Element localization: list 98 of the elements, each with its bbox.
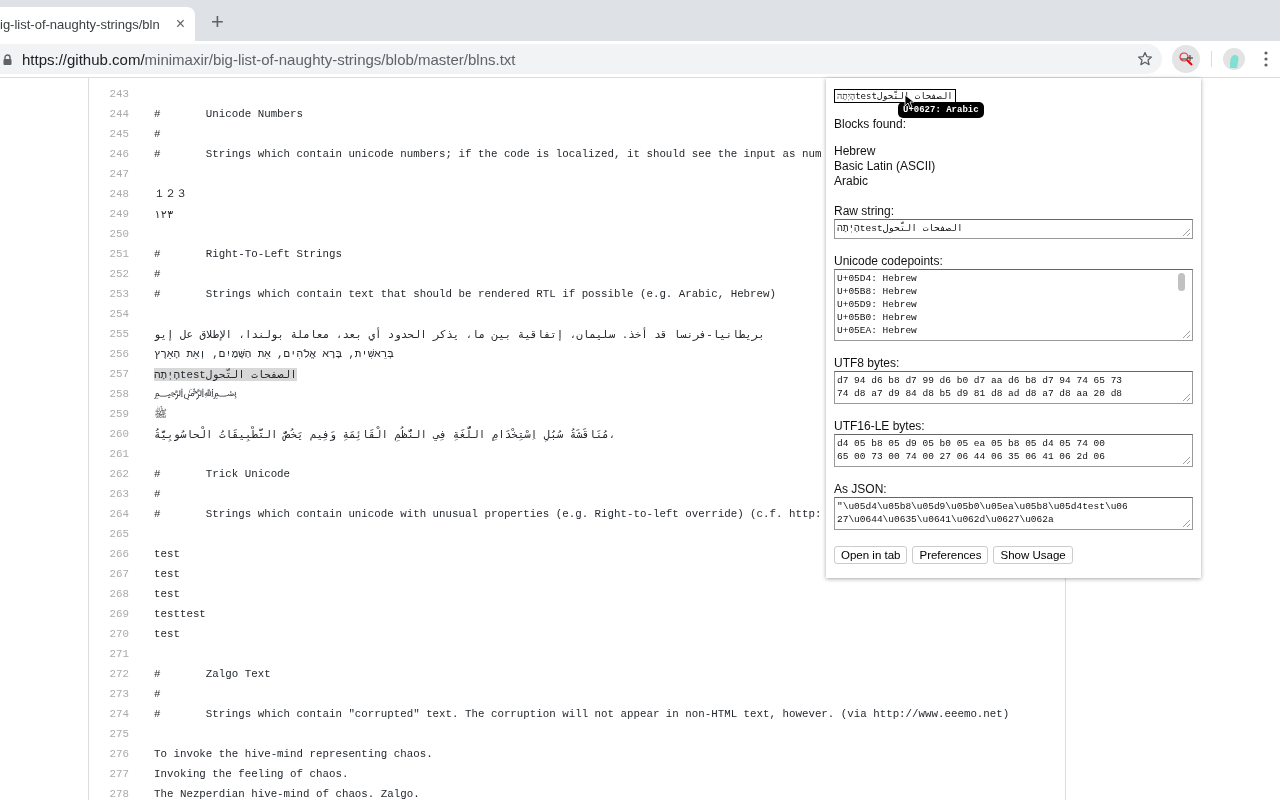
code-line: # Strings which contain unicode numbers; if the code is localized, it should see the input as num [154, 148, 822, 160]
popup-button[interactable]: Show Usage [993, 546, 1073, 564]
line-number: 255 [108, 328, 129, 340]
field-label: As JSON: [834, 482, 888, 497]
line-number: 252 [108, 268, 129, 280]
code-line: To invoke the hive-mind representing chaos. [154, 748, 433, 760]
block-name: Hebrew [834, 144, 877, 159]
line-number: 251 [108, 248, 129, 260]
line-number: 259 [108, 408, 129, 420]
line-number: 246 [108, 148, 129, 160]
url-text: https://github.com/minimaxir/big-list-of-naughty-strings/blob/master/blns.txt [22, 50, 517, 68]
code-line: The Nezperdian hive-mind of chaos. Zalgo. [154, 788, 420, 800]
code-line: test [154, 588, 180, 600]
line-number: 265 [108, 528, 129, 540]
code-line: # [154, 268, 161, 280]
code-line: בְּרֵאשִׁית, בָּרָא אֱלֹהִים, אֵת הַשָּׁמַיִם, וְאֵת הָאָרֶץ [154, 348, 394, 360]
code-line: ﷺ [154, 406, 167, 422]
code-line: # Strings which contain text that should be rendered RTL if possible (e.g. Arabic, Hebrew) [154, 288, 776, 300]
line-number: 274 [108, 708, 129, 720]
line-number: 277 [108, 768, 129, 780]
text-area[interactable]: "\u05d4\u05b8\u05d9\u05b0\u05ea\u05b8\u05d4test\u06 27\u0644\u0635\u0641\u062d\u0627\u062a [834, 497, 1193, 530]
line-number: 266 [108, 548, 129, 560]
code-line: # Zalgo Text [154, 668, 271, 680]
line-number: 247 [108, 168, 129, 180]
line-number: 270 [108, 628, 129, 640]
line-number: 249 [108, 208, 129, 220]
resize-grip-icon[interactable] [1182, 393, 1190, 401]
code-line: مُنَاقَشَةُ سُبُلِ اِسْتِخْدَامِ اللُّغَةِ فِي النُّظُمِ الْقَائِمَةِ وَفِيم يَخُصُّ التَّطْبِيقَاتُ الْحاسُوبِيَّةُ، [154, 427, 616, 441]
code-line: test [154, 568, 180, 580]
code-line: test [154, 628, 180, 640]
new-tab-button[interactable]: + [211, 9, 224, 35]
code-line: # Unicode Numbers [154, 108, 304, 120]
line-number: 278 [108, 788, 129, 800]
popup-button[interactable]: Open in tab [834, 546, 908, 564]
code-line: ﷽ [154, 386, 237, 402]
block-name: Basic Latin (ASCII) [834, 159, 937, 174]
extension-icon[interactable] [1172, 45, 1200, 73]
line-number: 275 [108, 728, 129, 740]
line-number: 276 [108, 748, 129, 760]
resize-grip-icon[interactable] [1182, 330, 1190, 338]
line-number: 244 [108, 108, 129, 120]
line-number: 248 [108, 188, 129, 200]
line-number: 245 [108, 128, 129, 140]
lock-icon [3, 53, 12, 65]
line-number: 254 [108, 308, 129, 320]
text-area[interactable]: U+05D4: Hebrew U+05B8: Hebrew U+05D9: Hebrew U+05B0: Hebrew U+05EA: Hebrew [834, 269, 1193, 341]
profile-avatar-icon[interactable] [1223, 48, 1245, 70]
line-number: 262 [108, 468, 129, 480]
code-line: # Strings which contain unicode with unusual properties (e.g. Right-to-left override) (c.f. http: [154, 508, 822, 520]
field-label: Raw string: [834, 204, 896, 219]
bookmark-star-icon[interactable] [1137, 51, 1153, 67]
line-number: 264 [108, 508, 129, 520]
code-line: بريطانيا-فرنسا قد أخذ. سليمان، إتفاقية بين ما، يذكر الحدود أي بعد، معاملة بولندا، الإطلاق عل إيو [154, 327, 765, 341]
code-line: ١٢٣ [154, 207, 174, 221]
line-number: 268 [108, 588, 129, 600]
field-label: Unicode codepoints: [834, 254, 944, 269]
text-area[interactable]: d4 05 b8 05 d9 05 b0 05 ea 05 b8 05 d4 05 74 00 65 00 73 00 74 00 27 06 44 06 35 06 41 06 2d 06 [834, 434, 1193, 467]
code-line: Invoking the feeling of chaos. [154, 768, 349, 780]
code-line: １２３ [154, 187, 187, 201]
scrollbar[interactable] [1178, 273, 1185, 291]
menu-icon[interactable] [1264, 51, 1268, 67]
block-name: Arabic [834, 174, 869, 189]
tooltip: U+0627: Arabic [898, 102, 984, 118]
resize-grip-icon[interactable] [1182, 228, 1190, 236]
line-number: 257 [108, 368, 129, 380]
code-line: testtest [154, 608, 206, 620]
line-number: 273 [108, 688, 129, 700]
resize-grip-icon[interactable] [1182, 519, 1190, 527]
line-number: 258 [108, 388, 129, 400]
line-number: 256 [108, 348, 129, 360]
code-line: test [154, 548, 180, 560]
browser-tab[interactable]: ig-list-of-naughty-strings/bln × [0, 7, 195, 41]
code-line: # Right-To-Left Strings [154, 248, 342, 260]
text-area[interactable]: d7 94 d6 b8 d7 99 d6 b0 d7 aa d6 b8 d7 94 74 65 73 74 d8 a7 d9 84 d8 b5 d9 81 d8 ad d8 a7 d8 aa 20 d8 [834, 371, 1193, 404]
blocks-label: Blocks found: [834, 117, 908, 132]
line-number: 267 [108, 568, 129, 580]
code-line: # Strings which contain "corrupted" text. The corruption will not appear in non-HTML text, however. (via http://www.eeemo.net) [154, 708, 1010, 720]
field-label: UTF16-LE bytes: [834, 419, 926, 434]
close-icon[interactable]: × [175, 15, 185, 33]
popup-button[interactable]: Preferences [912, 546, 989, 564]
text-area[interactable]: הָיְתָהtestالصفحات التّحول [834, 219, 1193, 239]
line-number: 269 [108, 608, 129, 620]
line-number: 260 [108, 428, 129, 440]
line-number: 243 [108, 88, 129, 100]
line-number: 263 [108, 488, 129, 500]
line-number: 261 [108, 448, 129, 460]
code-line: # [154, 688, 161, 700]
line-number: 272 [108, 668, 129, 680]
tab-title: ig-list-of-naughty-strings/bln [0, 16, 161, 32]
code-line: # Trick Unicode [154, 468, 291, 480]
code-line: # [154, 488, 161, 500]
field-label: UTF8 bytes: [834, 356, 901, 371]
resize-grip-icon[interactable] [1182, 456, 1190, 464]
line-number: 250 [108, 228, 129, 240]
line-number: 271 [108, 648, 129, 660]
code-line: # [154, 128, 161, 140]
address-bar[interactable]: https://github.com/minimaxir/big-list-of-naughty-strings/blob/master/blns.txt [0, 44, 1162, 74]
line-number: 253 [108, 288, 129, 300]
